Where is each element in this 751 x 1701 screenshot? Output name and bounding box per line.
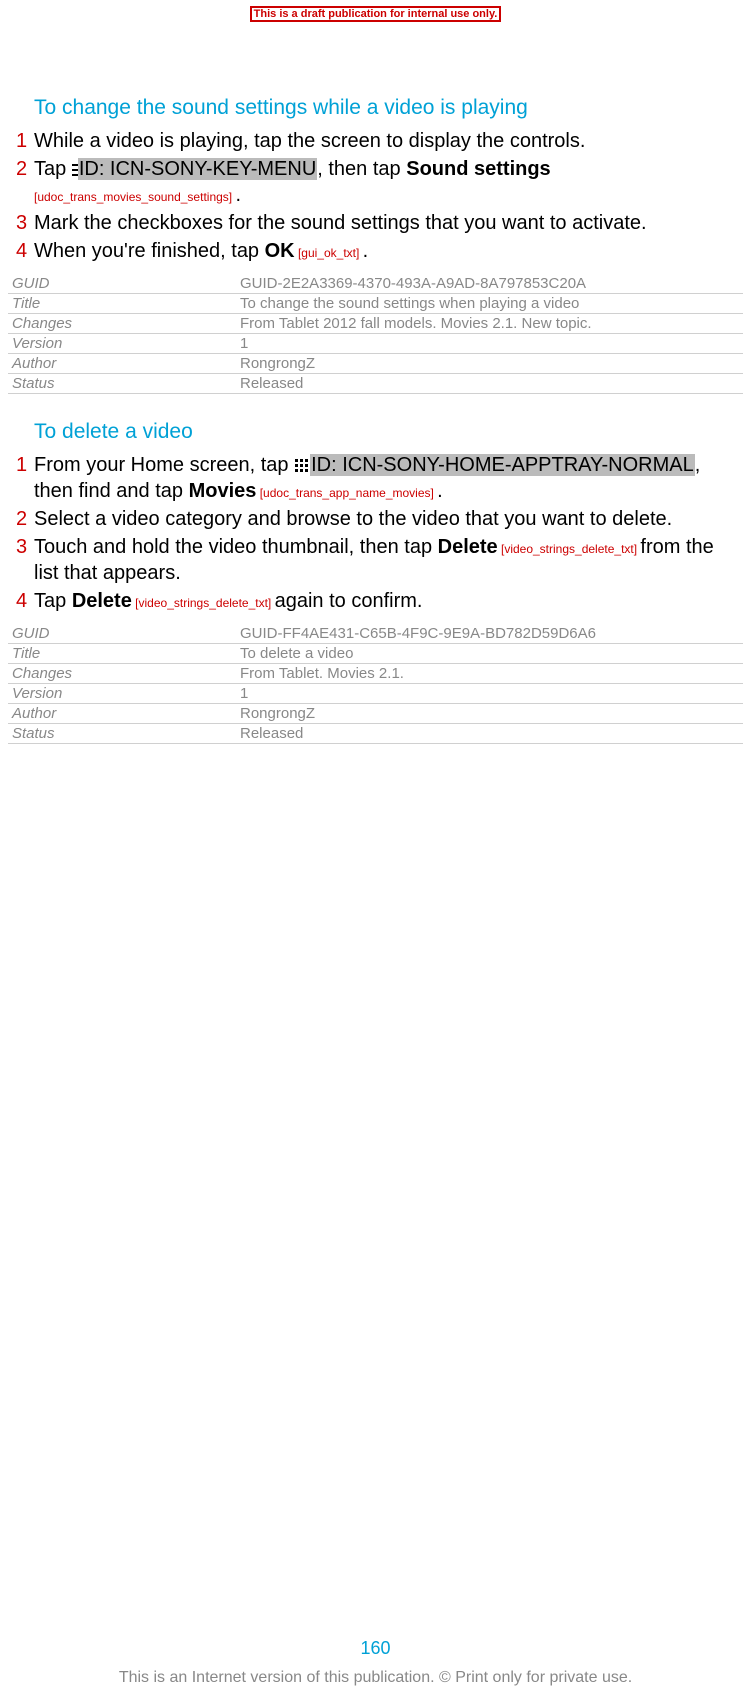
- translation-key: [video_strings_delete_txt]: [132, 596, 275, 610]
- translation-key: [udoc_trans_app_name_movies]: [256, 486, 437, 500]
- step-text: Tap Delete [video_strings_delete_txt] ag…: [34, 588, 735, 614]
- step-number: 2: [16, 156, 34, 208]
- meta-value: RongrongZ: [236, 354, 743, 374]
- step: 1While a video is playing, tap the scree…: [16, 128, 735, 154]
- step-number: 2: [16, 506, 34, 532]
- page-number: 160: [0, 1638, 751, 1659]
- meta-value: 1: [236, 334, 743, 354]
- footer-text: This is an Internet version of this publ…: [0, 1669, 751, 1687]
- step: 2Tap ID: ICN-SONY-KEY-MENU, then tap Sou…: [16, 156, 735, 208]
- meta-key: Author: [8, 704, 236, 724]
- meta-key: Author: [8, 354, 236, 374]
- meta-row: ChangesFrom Tablet. Movies 2.1.: [8, 664, 743, 684]
- meta-table-1: GUIDGUID-2E2A3369-4370-493A-A9AD-8A79785…: [8, 274, 743, 394]
- section2-title: To delete a video: [34, 420, 743, 444]
- meta-key: Status: [8, 724, 236, 744]
- meta-key: Title: [8, 644, 236, 664]
- step-text: While a video is playing, tap the screen…: [34, 128, 735, 154]
- step-text: From your Home screen, tap ID: ICN-SONY-…: [34, 452, 735, 504]
- step-number: 1: [16, 452, 34, 504]
- resource-id: ID: ICN-SONY-KEY-MENU: [78, 158, 317, 180]
- meta-value: GUID-FF4AE431-C65B-4F9C-9E9A-BD782D59D6A…: [236, 624, 743, 644]
- meta-row: Version1: [8, 684, 743, 704]
- step: 3Touch and hold the video thumbnail, the…: [16, 534, 735, 586]
- step-text: Touch and hold the video thumbnail, then…: [34, 534, 735, 586]
- step-text: When you're finished, tap OK [gui_ok_txt…: [34, 238, 735, 264]
- meta-value: RongrongZ: [236, 704, 743, 724]
- step-number: 4: [16, 238, 34, 264]
- meta-row: AuthorRongrongZ: [8, 704, 743, 724]
- step: 4Tap Delete [video_strings_delete_txt] a…: [16, 588, 735, 614]
- meta-key: GUID: [8, 624, 236, 644]
- meta-value: To change the sound settings when playin…: [236, 294, 743, 314]
- translation-key: [video_strings_delete_txt]: [498, 542, 641, 556]
- section1-steps: 1While a video is playing, tap the scree…: [16, 128, 735, 264]
- meta-key: Status: [8, 374, 236, 394]
- meta-key: Changes: [8, 314, 236, 334]
- meta-key: GUID: [8, 274, 236, 294]
- meta-row: TitleTo change the sound settings when p…: [8, 294, 743, 314]
- section2-steps: 1From your Home screen, tap ID: ICN-SONY…: [16, 452, 735, 614]
- meta-value: GUID-2E2A3369-4370-493A-A9AD-8A797853C20…: [236, 274, 743, 294]
- translation-key: [gui_ok_txt]: [295, 246, 363, 260]
- step-text: Select a video category and browse to th…: [34, 506, 735, 532]
- step: 4When you're finished, tap OK [gui_ok_tx…: [16, 238, 735, 264]
- step: 3Mark the checkboxes for the sound setti…: [16, 210, 735, 236]
- translation-key: [udoc_trans_movies_sound_settings]: [34, 190, 235, 204]
- step: 1From your Home screen, tap ID: ICN-SONY…: [16, 452, 735, 504]
- meta-key: Title: [8, 294, 236, 314]
- step-number: 3: [16, 534, 34, 586]
- meta-value: From Tablet. Movies 2.1.: [236, 664, 743, 684]
- menu-key-icon: [72, 163, 78, 177]
- meta-value: From Tablet 2012 fall models. Movies 2.1…: [236, 314, 743, 334]
- meta-row: TitleTo delete a video: [8, 644, 743, 664]
- meta-row: Version1: [8, 334, 743, 354]
- meta-key: Version: [8, 684, 236, 704]
- meta-row: AuthorRongrongZ: [8, 354, 743, 374]
- step: 2Select a video category and browse to t…: [16, 506, 735, 532]
- page-footer: 160 This is an Internet version of this …: [0, 1638, 751, 1687]
- meta-table-2: GUIDGUID-FF4AE431-C65B-4F9C-9E9A-BD782D5…: [8, 624, 743, 744]
- step-text: Tap ID: ICN-SONY-KEY-MENU, then tap Soun…: [34, 156, 735, 208]
- meta-row: ChangesFrom Tablet 2012 fall models. Mov…: [8, 314, 743, 334]
- meta-row: StatusReleased: [8, 724, 743, 744]
- draft-banner: This is a draft publication for internal…: [0, 0, 751, 23]
- meta-key: Version: [8, 334, 236, 354]
- draft-banner-text: This is a draft publication for internal…: [250, 6, 502, 22]
- step-text: Mark the checkboxes for the sound settin…: [34, 210, 735, 236]
- meta-value: 1: [236, 684, 743, 704]
- meta-row: GUIDGUID-2E2A3369-4370-493A-A9AD-8A79785…: [8, 274, 743, 294]
- step-number: 1: [16, 128, 34, 154]
- meta-value: Released: [236, 374, 743, 394]
- step-number: 4: [16, 588, 34, 614]
- meta-row: StatusReleased: [8, 374, 743, 394]
- meta-value: To delete a video: [236, 644, 743, 664]
- resource-id: ID: ICN-SONY-HOME-APPTRAY-NORMAL: [310, 454, 695, 476]
- apptray-icon: [294, 458, 310, 474]
- meta-key: Changes: [8, 664, 236, 684]
- meta-value: Released: [236, 724, 743, 744]
- section1-title: To change the sound settings while a vid…: [34, 96, 743, 120]
- meta-row: GUIDGUID-FF4AE431-C65B-4F9C-9E9A-BD782D5…: [8, 624, 743, 644]
- step-number: 3: [16, 210, 34, 236]
